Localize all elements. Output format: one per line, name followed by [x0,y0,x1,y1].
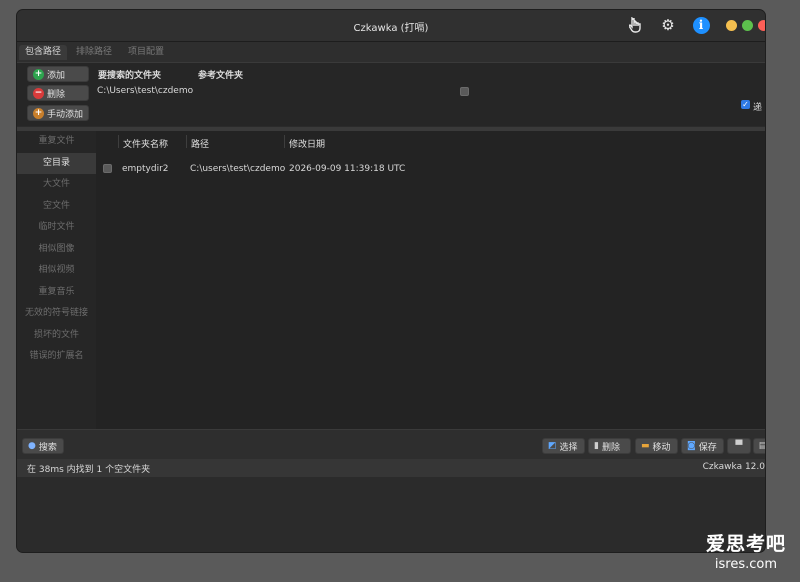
site-watermark: 爱思考吧 isres.com [706,529,786,572]
name-column-header[interactable]: 文件夹名称 [123,137,168,150]
move-button-label: 移动 [652,442,671,453]
select-button-label: 选择 [559,442,578,453]
row-select-checkbox[interactable] [103,164,112,173]
search-icon: ● [28,441,36,451]
title-bar: Czkawka (打嗝) ⚙ i [17,10,765,42]
sidebar-item-broken-files[interactable]: 损坏的文件 [17,325,96,347]
sidebar-item-duplicate-music[interactable]: 重复音乐 [17,282,96,304]
trash-icon: ▮ [594,441,599,451]
watermark-cn: 爱思考吧 [705,533,786,555]
status-message: 在 38ms 内找到 1 个空文件夹 [27,465,151,475]
plus-icon: + [33,68,44,80]
minus-icon: − [33,87,44,99]
close-window-button[interactable] [758,20,765,31]
minimize-window-button[interactable] [726,20,737,31]
plus-icon: + [33,107,44,119]
path-tabs: 包含路径 排除路径 项目配置 [17,42,765,62]
results-table: 文件夹名称 路径 修改日期 emptydir2 C:\users\test\cz… [96,131,765,429]
include-path-value[interactable]: C:\Users\test\czdemo [97,86,193,96]
sidebar-item-similar-videos[interactable]: 相似视频 [17,260,96,282]
add-path-label: 添加 [47,70,66,81]
empty-log-area [17,477,765,552]
manual-add-label: 手动添加 [47,109,84,120]
row-path[interactable]: C:\users\test\czdemo [190,164,285,174]
sidebar-item-duplicate-files[interactable]: 重复文件 [17,131,96,153]
select-icon: ◩ [548,441,557,451]
column-separator[interactable] [118,135,119,148]
watermark-en: isres.com [714,557,778,572]
sidebar-item-bad-extensions[interactable]: 错误的扩展名 [17,346,96,368]
extra-toolbar-button[interactable]: ▤ [753,438,765,454]
sidebar-item-similar-images[interactable]: 相似图像 [17,239,96,261]
sidebar-item-empty-files[interactable]: 空文件 [17,196,96,218]
remove-path-label: 删除 [47,89,66,100]
column-separator[interactable] [284,135,285,148]
action-toolbar: ● 搜索 ◩ 选择 ▮ 删除 ▬ 移动 ◙ 保存 ▀ ▤ [17,429,765,460]
delete-button-label: 删除 [601,442,620,453]
recursive-label: 递 [753,103,763,113]
reference-folder-header: 参考文件夹 [198,71,244,81]
tab-project-config[interactable]: 项目配置 [122,45,170,60]
remove-path-button[interactable]: − 删除 [27,85,89,101]
recursive-checkbox[interactable]: ✓ [741,100,750,109]
hide-panel-button[interactable]: ▀ [727,438,751,454]
column-separator[interactable] [186,135,187,148]
add-path-button[interactable]: + 添加 [27,66,89,82]
folder-icon: ▬ [641,441,650,451]
tab-include-paths[interactable]: 包含路径 [19,45,68,60]
save-button-label: 保存 [698,442,717,453]
row-folder-name[interactable]: emptydir2 [122,164,169,174]
info-icon[interactable]: i [691,15,711,35]
version-label: Czkawka 12.0 [702,462,765,472]
sidebar-item-temporary-files[interactable]: 临时文件 [17,217,96,239]
save-button[interactable]: ◙ 保存 [681,438,724,454]
path-column-header[interactable]: 路径 [191,137,209,150]
include-paths-panel: + 添加 − 删除 + 手动添加 要搜索的文件夹 参考文件夹 C:\Users\… [17,62,765,126]
bottom-panel-icon: ▀ [735,441,743,451]
manual-add-button[interactable]: + 手动添加 [27,105,89,121]
hand-pointer-icon[interactable] [626,15,646,35]
search-button-label: 搜索 [38,442,57,453]
layout-icon: ▤ [758,441,765,451]
search-button[interactable]: ● 搜索 [22,438,64,454]
move-button[interactable]: ▬ 移动 [635,438,678,454]
sidebar-item-empty-folders[interactable]: 空目录 [17,152,96,174]
save-icon: ◙ [687,441,696,451]
search-folder-header: 要搜索的文件夹 [98,71,162,81]
reference-folder-checkbox[interactable] [460,87,469,96]
sidebar-item-invalid-symlinks[interactable]: 无效的符号链接 [17,303,96,325]
select-button[interactable]: ◩ 选择 [542,438,585,454]
gear-icon[interactable]: ⚙ [658,15,678,35]
maximize-window-button[interactable] [742,20,753,31]
status-bar: 在 38ms 内找到 1 个空文件夹 Czkawka 12.0 [17,459,765,477]
modified-column-header[interactable]: 修改日期 [289,137,325,150]
sidebar-item-big-files[interactable]: 大文件 [17,174,96,196]
delete-button[interactable]: ▮ 删除 [588,438,631,454]
tool-sidebar: 重复文件 空目录 大文件 空文件 临时文件 相似图像 相似视频 重复音乐 无效的… [17,131,96,429]
window-title: Czkawka (打嗝) [353,23,429,34]
tab-exclude-paths[interactable]: 排除路径 [70,45,118,60]
row-modified-date[interactable]: 2026-09-09 11:39:18 UTC [289,164,405,174]
app-window: Czkawka (打嗝) ⚙ i 包含路径 排除路径 项目配置 + 添加 − 删… [17,10,765,552]
